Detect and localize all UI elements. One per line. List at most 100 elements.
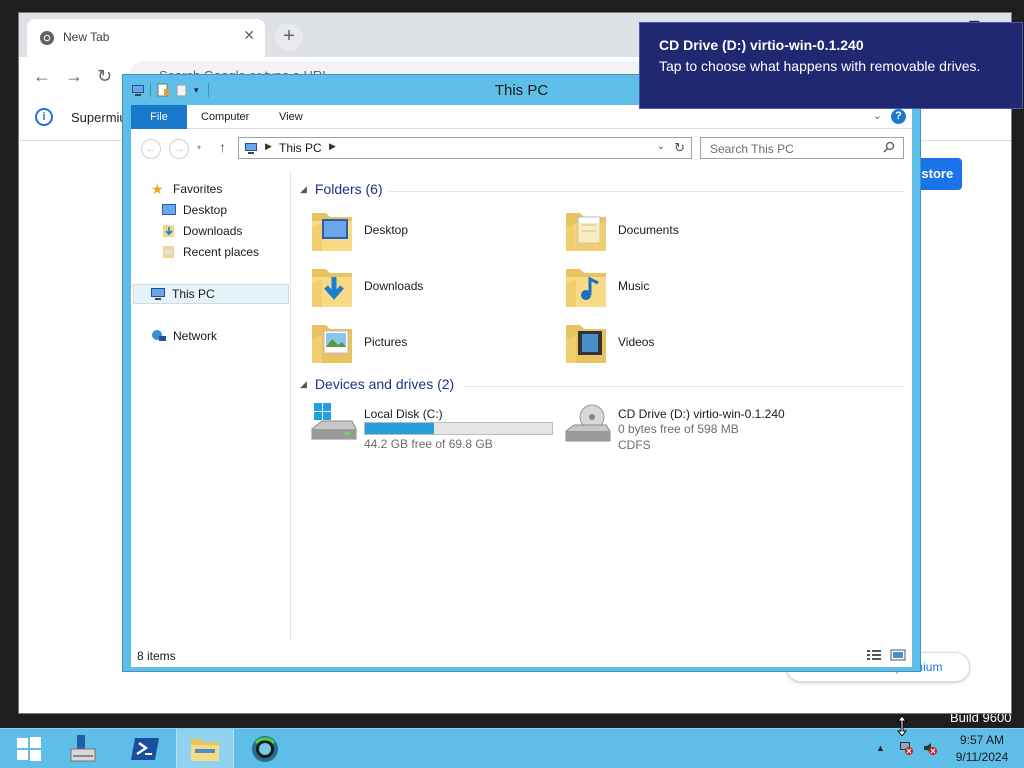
tab-computer[interactable]: Computer	[187, 105, 263, 129]
folder-tile-music[interactable]: Music	[564, 263, 804, 317]
nav-network-label: Network	[173, 329, 218, 343]
nav-recent-places[interactable]: Recent places	[161, 242, 259, 262]
nav-network[interactable]: Network	[151, 326, 217, 346]
large-icons-view-icon[interactable]	[890, 649, 906, 661]
desktop-folder-icon	[312, 213, 352, 251]
drive-tile-d[interactable]: CD Drive (D:) virtio-win-0.1.240 0 bytes…	[564, 403, 864, 457]
drive-filesystem: CDFS	[618, 438, 651, 452]
tab-view[interactable]: View	[265, 105, 317, 129]
search-input[interactable]: Search This PC	[700, 137, 904, 159]
folder-label: Documents	[618, 223, 679, 237]
documents-folder-icon	[566, 213, 606, 251]
network-icon	[152, 330, 166, 341]
tab-file[interactable]: File	[131, 105, 187, 129]
content-pane: ◢ Folders (6) Desktop Documents Download…	[294, 171, 908, 641]
folder-tile-pictures[interactable]: Pictures	[310, 319, 550, 373]
close-icon[interactable]: ✕	[243, 27, 255, 44]
chevron-down-icon[interactable]: ⌄	[657, 141, 665, 152]
collapse-icon[interactable]: ◢	[300, 379, 307, 390]
drive-tile-c[interactable]: Local Disk (C:) 44.2 GB free of 69.8 GB	[310, 403, 560, 457]
downloads-folder-icon	[312, 269, 352, 307]
folder-tile-desktop[interactable]: Desktop	[310, 207, 550, 261]
notification-body: Tap to choose what happens with removabl…	[659, 58, 981, 74]
navigation-pane: ★ Favorites Desktop Downloads Recent pla…	[131, 171, 291, 641]
folder-tile-videos[interactable]: Videos	[564, 319, 804, 373]
status-bar: 8 items	[131, 645, 912, 667]
nav-desktop-label: Desktop	[183, 203, 228, 217]
address-row: ← → ▾ ↑ ▶ This PC ▶ ⌄ ↻ Search This PC	[131, 131, 912, 165]
notification-title: CD Drive (D:) virtio-win-0.1.240	[659, 37, 864, 53]
taskbar-supermium[interactable]	[236, 729, 294, 768]
view-switcher	[866, 649, 906, 661]
music-folder-icon	[566, 269, 606, 307]
drive-free-space: 44.2 GB free of 69.8 GB	[364, 437, 493, 451]
collapse-icon[interactable]: ◢	[300, 184, 307, 195]
forward-icon[interactable]: →	[65, 66, 83, 87]
folder-tile-downloads[interactable]: Downloads	[310, 263, 550, 317]
back-icon[interactable]: ←	[141, 139, 161, 159]
folders-header-label: Folders (6)	[314, 181, 383, 197]
powershell-icon	[131, 738, 159, 760]
nav-downloads-label: Downloads	[183, 224, 243, 238]
network-error-icon[interactable]	[898, 740, 914, 756]
clock-time[interactable]: 9:57 AM	[950, 733, 1014, 747]
help-icon[interactable]: ?	[891, 109, 906, 124]
speaker-muted-icon[interactable]	[922, 740, 938, 756]
refresh-icon[interactable]: ↻	[674, 140, 685, 156]
drive-name: Local Disk (C:)	[364, 407, 443, 421]
reload-icon[interactable]: ↻	[97, 66, 112, 87]
autoplay-notification[interactable]: CD Drive (D:) virtio-win-0.1.240 Tap to …	[639, 22, 1023, 109]
computer-icon	[245, 143, 257, 154]
drive-usage-fill	[365, 423, 434, 434]
folder-label: Desktop	[364, 223, 409, 237]
supermium-icon	[252, 736, 278, 762]
folder-label: Pictures	[364, 335, 408, 349]
chrome-icon	[40, 31, 54, 45]
breadcrumb-arrow-icon[interactable]: ▶	[329, 141, 336, 152]
browser-tab-title: New Tab	[63, 30, 110, 44]
recent-locations-icon[interactable]: ▾	[197, 143, 201, 152]
folder-tile-documents[interactable]: Documents	[564, 207, 804, 261]
drives-group-header[interactable]: ◢ Devices and drives (2)	[300, 376, 454, 392]
taskbar-powershell[interactable]	[116, 729, 174, 768]
videos-folder-icon	[566, 325, 606, 363]
forward-icon[interactable]: →	[169, 139, 189, 159]
nav-desktop[interactable]: Desktop	[161, 200, 227, 220]
nav-recent-label: Recent places	[183, 245, 260, 259]
drive-free-space: 0 bytes free of 598 MB	[618, 422, 739, 436]
taskbar-file-explorer[interactable]	[176, 729, 234, 768]
nav-favorites[interactable]: ★ Favorites	[151, 179, 222, 199]
start-button[interactable]	[0, 729, 58, 768]
downloads-icon	[163, 225, 174, 237]
search-placeholder: Search This PC	[710, 142, 794, 156]
hard-drive-icon	[311, 403, 357, 440]
explorer-client: File Computer View ⌄ ? ← → ▾ ↑ ▶ This PC…	[131, 105, 912, 667]
taskbar-server-manager[interactable]	[54, 729, 112, 768]
address-path[interactable]: This PC	[279, 141, 322, 155]
recent-places-icon	[163, 246, 174, 258]
breadcrumb-arrow-icon[interactable]: ▶	[265, 141, 272, 152]
show-hidden-icons-icon[interactable]: ▲	[876, 743, 885, 753]
star-icon: ★	[151, 181, 164, 197]
up-icon[interactable]: ↑	[219, 139, 226, 155]
explorer-window[interactable]: ▾ This PC File Computer View ⌄ ? ← → ▾ ↑…	[122, 74, 921, 672]
info-icon: i	[35, 108, 53, 126]
folder-label: Downloads	[364, 279, 424, 293]
address-bar[interactable]: ▶ This PC ▶ ⌄ ↻	[238, 137, 692, 159]
group-divider	[464, 386, 904, 387]
nav-downloads[interactable]: Downloads	[161, 221, 242, 241]
clock-date[interactable]: 9/11/2024	[950, 750, 1014, 764]
nav-this-pc[interactable]: This PC	[133, 284, 289, 304]
nav-favorites-label: Favorites	[173, 182, 223, 196]
drive-usage-bar	[364, 422, 553, 435]
folders-group-header[interactable]: ◢ Folders (6)	[300, 181, 383, 197]
folder-label: Videos	[618, 335, 655, 349]
group-divider	[388, 191, 904, 192]
browser-tab-new-tab[interactable]: New Tab ✕	[27, 19, 265, 57]
windows-logo-icon	[17, 737, 41, 761]
expand-ribbon-icon[interactable]: ⌄	[873, 109, 882, 122]
back-icon[interactable]: ←	[33, 66, 51, 87]
drive-name: CD Drive (D:) virtio-win-0.1.240	[618, 407, 785, 421]
details-view-icon[interactable]	[866, 649, 882, 661]
new-tab-button[interactable]: +	[275, 23, 303, 51]
